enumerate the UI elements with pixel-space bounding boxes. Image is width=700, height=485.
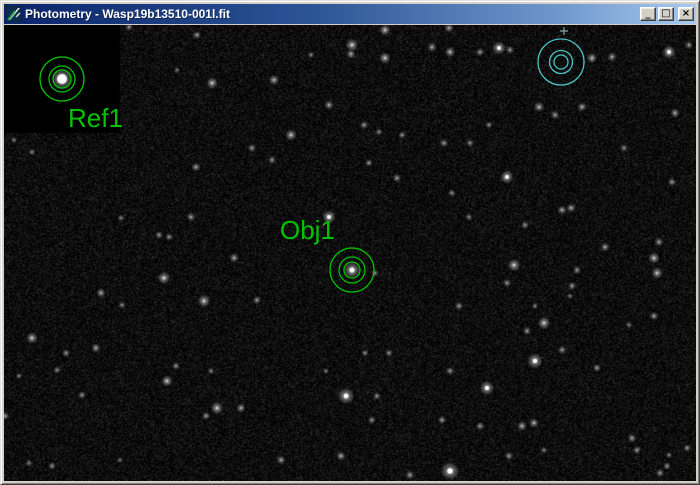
app-icon[interactable] bbox=[6, 6, 22, 22]
titlebar[interactable]: Photometry - Wasp19b13510-001l.fit _ □ × bbox=[4, 4, 696, 24]
window-title: Photometry - Wasp19b13510-001l.fit bbox=[25, 4, 637, 24]
close-button[interactable]: × bbox=[678, 7, 694, 21]
window-controls: _ □ × bbox=[640, 7, 694, 21]
minimize-button[interactable]: _ bbox=[640, 7, 656, 21]
star-field-canvas[interactable] bbox=[4, 25, 696, 481]
image-area: Ref1 Obj1 bbox=[4, 25, 696, 481]
maximize-button[interactable]: □ bbox=[658, 7, 674, 21]
photometry-window: Photometry - Wasp19b13510-001l.fit _ □ ×… bbox=[0, 0, 700, 485]
